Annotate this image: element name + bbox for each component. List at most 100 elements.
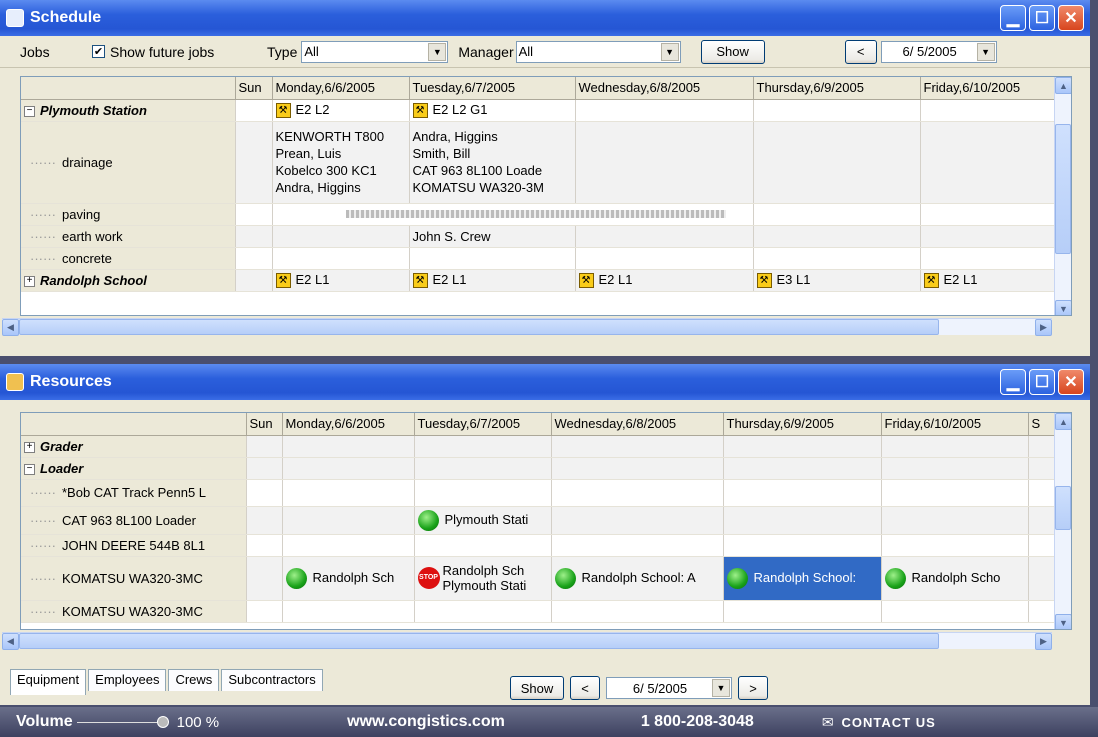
scroll-right-icon[interactable]: ▶: [1035, 319, 1052, 336]
group-name: Grader: [40, 438, 83, 454]
group-row[interactable]: + Grader: [21, 435, 1056, 458]
close-button[interactable]: ✕: [1058, 5, 1084, 31]
scroll-left-icon[interactable]: ◀: [2, 633, 19, 650]
resources-vertical-scrollbar[interactable]: ▲ ▼: [1054, 413, 1071, 629]
scroll-up-icon[interactable]: ▲: [1055, 413, 1071, 430]
job-cell[interactable]: ⚒ E2 L1: [920, 269, 1056, 292]
assignment-cell[interactable]: Randolph Scho: [881, 556, 1029, 601]
column-header: Tuesday,6/7/2005: [414, 413, 552, 436]
chevron-down-icon[interactable]: ▼: [712, 679, 730, 697]
task-cell[interactable]: Andra, Higgins Smith, Bill CAT 963 8L100…: [409, 121, 576, 204]
scroll-up-icon[interactable]: ▲: [1055, 77, 1071, 94]
assignment-cell[interactable]: Randolph Sch: [282, 556, 415, 601]
chevron-down-icon[interactable]: ▼: [428, 42, 447, 61]
column-header: Wednesday,6/8/2005: [575, 77, 754, 100]
task-cell[interactable]: John S. Crew: [409, 225, 576, 248]
task-name: earth work: [61, 228, 123, 244]
resource-name: *Bob CAT Track Penn5 L: [61, 485, 207, 500]
schedule-vertical-scrollbar[interactable]: ▲ ▼: [1054, 77, 1071, 315]
resources-titlebar[interactable]: Resources ▁ ☐ ✕: [0, 364, 1090, 400]
tab-crews[interactable]: Crews: [168, 669, 220, 691]
resource-row[interactable]: ······ JOHN DEERE 544B 8L1: [21, 534, 1056, 557]
resource-name: KOMATSU WA320-3MC: [61, 603, 203, 619]
job-row[interactable]: + Randolph School ⚒ E2 L1 ⚒ E2 L1 ⚒ E2 L1 ⚒ E…: [21, 269, 1056, 292]
collapse-icon[interactable]: −: [24, 463, 35, 475]
task-name: concrete: [61, 250, 112, 266]
task-row[interactable]: ······ paving: [21, 203, 1056, 226]
scroll-left-icon[interactable]: ◀: [2, 319, 19, 336]
worker-icon: ⚒: [275, 273, 291, 289]
tab-subcontractors[interactable]: Subcontractors: [221, 669, 323, 691]
close-button[interactable]: ✕: [1058, 369, 1084, 395]
column-header: Monday,6/6/2005: [282, 413, 415, 436]
scroll-thumb[interactable]: [19, 319, 939, 335]
job-row[interactable]: − Plymouth Station ⚒ E2 L2 ⚒ E2 L2 G1: [21, 99, 1056, 122]
job-cell[interactable]: ⚒ E2 L1: [409, 269, 576, 292]
resource-row[interactable]: ······ KOMATSU WA320-3MC Randolph Sch STO…: [21, 556, 1056, 601]
resource-row[interactable]: ······ *Bob CAT Track Penn5 L: [21, 479, 1056, 507]
job-cell[interactable]: ⚒ E2 L2 G1: [409, 99, 576, 122]
website-link[interactable]: www.congistics.com: [347, 713, 505, 731]
scroll-right-icon[interactable]: ▶: [1035, 633, 1052, 650]
resource-row[interactable]: ······ KOMATSU WA320-3MC: [21, 600, 1056, 623]
volume-slider[interactable]: [76, 721, 157, 723]
task-row[interactable]: ······ earth work John S. Crew: [21, 225, 1056, 248]
schedule-date-picker[interactable]: 6/ 5/2005 ▼: [880, 40, 997, 63]
scroll-down-icon[interactable]: ▼: [1055, 614, 1071, 629]
resource-tabs: Equipment Employees Crews Subcontractors: [10, 669, 325, 695]
job-cell[interactable]: ⚒ E2 L2: [272, 99, 410, 122]
job-name: Randolph School: [40, 272, 147, 288]
expand-icon[interactable]: +: [24, 275, 35, 287]
schedule-date-value: 6/ 5/2005: [902, 44, 957, 59]
scroll-thumb[interactable]: [19, 633, 939, 649]
assignment-cell[interactable]: STOP Randolph Sch Plymouth Stati: [414, 556, 552, 601]
volume-knob-icon[interactable]: [156, 716, 169, 728]
resources-next-date-button[interactable]: >: [738, 676, 768, 700]
manager-select[interactable]: All ▼: [515, 40, 681, 63]
collapse-icon[interactable]: −: [24, 105, 35, 117]
maximize-button[interactable]: ☐: [1029, 5, 1055, 31]
group-row[interactable]: − Loader: [21, 457, 1056, 480]
job-cell[interactable]: ⚒ E3 L1: [753, 269, 921, 292]
schedule-titlebar[interactable]: Schedule ▁ ☐ ✕: [0, 0, 1090, 36]
maximize-button[interactable]: ☐: [1029, 369, 1055, 395]
job-cell[interactable]: ⚒ E2 L1: [575, 269, 754, 292]
show-future-checkbox[interactable]: ✔: [92, 45, 105, 58]
resources-prev-date-button[interactable]: <: [570, 676, 600, 700]
resources-date-picker[interactable]: 6/ 5/2005 ▼: [606, 677, 732, 699]
minimize-button[interactable]: ▁: [1000, 5, 1026, 31]
expand-icon[interactable]: +: [24, 441, 35, 453]
calendar-icon: [6, 9, 24, 27]
available-status-icon: [554, 567, 576, 589]
type-label: Type: [267, 43, 298, 60]
resources-show-button[interactable]: Show: [510, 676, 564, 700]
tab-equipment[interactable]: Equipment: [10, 669, 87, 695]
prev-date-button[interactable]: <: [844, 39, 877, 64]
resources-title: Resources: [30, 373, 112, 390]
schedule-horizontal-scrollbar[interactable]: ◀ ▶: [2, 318, 1052, 336]
task-row[interactable]: ······ drainage KENWORTH T800 Prean, Luis…: [21, 121, 1056, 204]
scroll-down-icon[interactable]: ▼: [1055, 300, 1071, 315]
task-row[interactable]: ······ concrete: [21, 247, 1056, 270]
show-button[interactable]: Show: [700, 39, 765, 64]
worker-icon: ⚒: [275, 103, 291, 119]
paving-bar[interactable]: [272, 203, 754, 226]
group-name: Loader: [40, 460, 84, 476]
type-select[interactable]: All ▼: [301, 40, 449, 63]
scroll-thumb[interactable]: [1055, 486, 1071, 530]
assignment-cell[interactable]: Randolph School: A: [551, 556, 724, 601]
task-cell[interactable]: KENWORTH T800 Prean, Luis Kobelco 300 KC…: [272, 121, 410, 204]
column-header: Sun: [235, 77, 273, 100]
assignment-cell-selected[interactable]: Randolph School:: [723, 556, 882, 601]
assignment-cell[interactable]: Plymouth Stati: [414, 506, 552, 535]
minimize-button[interactable]: ▁: [1000, 369, 1026, 395]
contact-link[interactable]: CONTACT US: [842, 715, 936, 730]
worker-icon: ⚒: [412, 103, 428, 119]
scroll-thumb[interactable]: [1055, 124, 1071, 254]
job-cell[interactable]: ⚒ E2 L1: [272, 269, 410, 292]
chevron-down-icon[interactable]: ▼: [660, 42, 679, 61]
resources-horizontal-scrollbar[interactable]: ◀ ▶: [2, 632, 1052, 650]
chevron-down-icon[interactable]: ▼: [976, 42, 995, 61]
tab-employees[interactable]: Employees: [88, 669, 167, 691]
resource-row[interactable]: ······ CAT 963 8L100 Loader Plymouth Stat…: [21, 506, 1056, 535]
